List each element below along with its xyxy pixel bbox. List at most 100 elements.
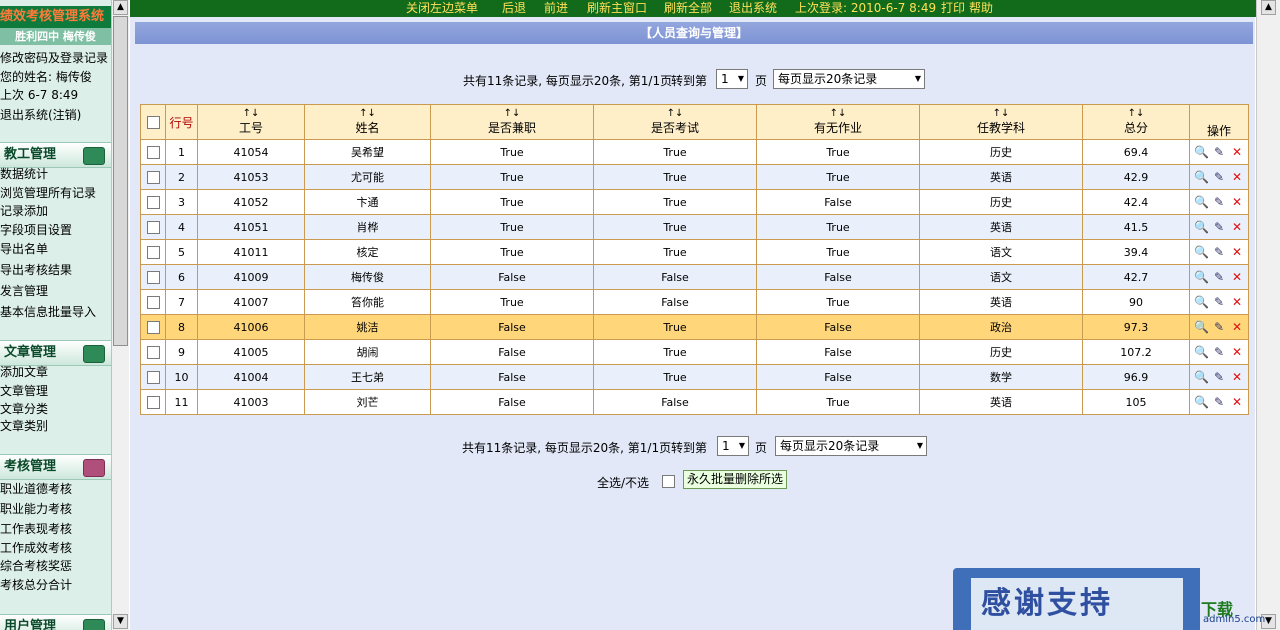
delete-icon[interactable]: ✕	[1230, 195, 1244, 209]
edit-icon[interactable]: ✎	[1212, 245, 1226, 259]
sidebar-item-browse-records[interactable]: 浏览管理所有记录	[0, 184, 111, 202]
promo-banner[interactable]: 感谢支持	[953, 568, 1200, 630]
sort-arrows-icon[interactable]: ↑↓	[757, 108, 919, 119]
edit-icon[interactable]: ✎	[1212, 345, 1226, 359]
edit-icon[interactable]: ✎	[1212, 320, 1226, 334]
print-link[interactable]: 打印	[941, 0, 965, 17]
delete-icon[interactable]: ✕	[1230, 345, 1244, 359]
view-icon[interactable]: 🔍	[1194, 370, 1209, 384]
edit-icon[interactable]: ✎	[1212, 195, 1226, 209]
row-checkbox[interactable]	[146, 320, 160, 334]
delete-icon[interactable]: ✕	[1230, 270, 1244, 284]
row-select-cell[interactable]	[140, 339, 166, 365]
row-checkbox[interactable]	[146, 345, 160, 359]
table-row[interactable]: 8 41006 姚洁 False True False 政治 97.3 🔍 ✎ ✕	[140, 314, 1249, 340]
row-select-cell[interactable]	[140, 389, 166, 415]
sidebar-item-batch-import[interactable]: 基本信息批量导入	[0, 303, 111, 321]
sort-arrows-icon[interactable]: ↑↓	[305, 108, 430, 119]
header-homework[interactable]: ↑↓ 有无作业	[756, 104, 920, 140]
view-icon[interactable]: 🔍	[1194, 345, 1209, 359]
sort-arrows-icon[interactable]: ↑↓	[920, 108, 1082, 119]
scroll-thumb[interactable]	[113, 16, 128, 346]
logout-top-link[interactable]: 退出系统	[729, 0, 777, 17]
row-select-cell[interactable]	[140, 214, 166, 240]
row-checkbox[interactable]	[146, 370, 160, 384]
edit-icon[interactable]: ✎	[1212, 145, 1226, 159]
table-row[interactable]: 2 41053 尤可能 True True True 英语 42.9 🔍 ✎ ✕	[140, 164, 1249, 190]
header-subject[interactable]: ↑↓ 任教学科	[919, 104, 1083, 140]
section-header-assessment[interactable]: 考核管理	[0, 454, 111, 480]
table-row[interactable]: 1 41054 吴希望 True True True 历史 69.4 🔍 ✎ ✕	[140, 139, 1249, 165]
table-row[interactable]: 10 41004 王七弟 False True False 数学 96.9 🔍 ✎ ✕	[140, 364, 1249, 390]
sidebar-item-total-score[interactable]: 考核总分合计	[0, 576, 111, 594]
view-icon[interactable]: 🔍	[1194, 320, 1209, 334]
back-link[interactable]: 后退	[502, 0, 526, 17]
table-row[interactable]: 9 41005 胡闹 False True False 历史 107.2 🔍 ✎ ✕	[140, 339, 1249, 365]
header-staff-id[interactable]: ↑↓ 工号	[197, 104, 305, 140]
delete-icon[interactable]: ✕	[1230, 395, 1244, 409]
sidebar-item-article-type[interactable]: 文章类别	[0, 417, 111, 435]
row-select-cell[interactable]	[140, 189, 166, 215]
row-select-cell[interactable]	[140, 164, 166, 190]
row-checkbox[interactable]	[146, 295, 160, 309]
header-exam[interactable]: ↑↓ 是否考试	[593, 104, 757, 140]
main-scrollbar[interactable]: ▲ ▼	[1256, 0, 1280, 630]
row-select-cell[interactable]	[140, 239, 166, 265]
sort-arrows-icon[interactable]: ↑↓	[431, 108, 593, 119]
table-row[interactable]: 11 41003 刘芒 False False True 英语 105 🔍 ✎ ✕	[140, 389, 1249, 415]
sidebar-item-stats[interactable]: 数据统计	[0, 165, 111, 183]
table-row[interactable]: 7 41007 笞你能 True False True 英语 90 🔍 ✎ ✕	[140, 289, 1249, 315]
scroll-up-arrow-icon[interactable]: ▲	[113, 0, 128, 15]
view-icon[interactable]: 🔍	[1194, 245, 1209, 259]
bulk-delete-button[interactable]: 永久批量删除所选	[683, 470, 788, 489]
sidebar-item-add-article[interactable]: 添加文章	[0, 363, 111, 381]
edit-icon[interactable]: ✎	[1212, 170, 1226, 184]
sort-arrows-icon[interactable]: ↑↓	[1083, 108, 1189, 119]
scroll-up-arrow-icon[interactable]: ▲	[1261, 0, 1276, 15]
section-header-users[interactable]: 用户管理	[0, 614, 111, 630]
per-page-select[interactable]: 每页显示20条记录 ▼	[775, 436, 927, 456]
checkbox[interactable]	[146, 116, 160, 129]
table-row[interactable]: 6 41009 梅传俊 False False False 语文 42.7 🔍 ✎ ✕	[140, 264, 1249, 290]
edit-icon[interactable]: ✎	[1212, 270, 1226, 284]
delete-icon[interactable]: ✕	[1230, 245, 1244, 259]
delete-icon[interactable]: ✕	[1230, 295, 1244, 309]
close-left-menu-link[interactable]: 关闭左边菜单	[406, 0, 478, 17]
edit-icon[interactable]: ✎	[1212, 220, 1226, 234]
row-checkbox[interactable]	[146, 195, 160, 209]
view-icon[interactable]: 🔍	[1194, 295, 1209, 309]
sort-arrows-icon[interactable]: ↑↓	[594, 108, 756, 119]
row-checkbox[interactable]	[146, 145, 160, 159]
sidebar-item-ability[interactable]: 职业能力考核	[0, 500, 111, 518]
row-select-cell[interactable]	[140, 364, 166, 390]
sidebar-item-performance[interactable]: 工作表现考核	[0, 520, 111, 538]
logout-link[interactable]: 退出系统(注销)	[0, 106, 111, 124]
change-password-link[interactable]: 修改密码及登录记录	[0, 49, 111, 67]
table-row[interactable]: 3 41052 卞通 True True False 历史 42.4 🔍 ✎ ✕	[140, 189, 1249, 215]
sidebar-scrollbar[interactable]: ▲ ▼	[111, 0, 129, 630]
sidebar-item-effectiveness[interactable]: 工作成效考核	[0, 539, 111, 557]
sidebar-item-add-record[interactable]: 记录添加	[0, 202, 111, 220]
delete-icon[interactable]: ✕	[1230, 170, 1244, 184]
sidebar-item-rewards[interactable]: 综合考核奖惩	[0, 557, 111, 575]
sidebar-item-article-category[interactable]: 文章分类	[0, 400, 111, 418]
table-row[interactable]: 4 41051 肖桦 True True True 英语 41.5 🔍 ✎ ✕	[140, 214, 1249, 240]
edit-icon[interactable]: ✎	[1212, 370, 1226, 384]
view-icon[interactable]: 🔍	[1194, 270, 1209, 284]
table-row[interactable]: 5 41011 核定 True True True 语文 39.4 🔍 ✎ ✕	[140, 239, 1249, 265]
view-icon[interactable]: 🔍	[1194, 220, 1209, 234]
header-name[interactable]: ↑↓ 姓名	[304, 104, 431, 140]
sort-arrows-icon[interactable]: ↑↓	[198, 108, 304, 119]
row-select-cell[interactable]	[140, 289, 166, 315]
sidebar-item-export-results[interactable]: 导出考核结果	[0, 261, 111, 279]
edit-icon[interactable]: ✎	[1212, 395, 1226, 409]
page-select[interactable]: 1 ▼	[717, 436, 749, 456]
refresh-main-link[interactable]: 刷新主窗口	[587, 0, 647, 17]
page-select[interactable]: 1 ▼	[716, 69, 748, 89]
view-icon[interactable]: 🔍	[1194, 170, 1209, 184]
row-select-cell[interactable]	[140, 264, 166, 290]
scroll-down-arrow-icon[interactable]: ▼	[113, 614, 128, 629]
row-checkbox[interactable]	[146, 170, 160, 184]
sidebar-item-ethics[interactable]: 职业道德考核	[0, 480, 111, 498]
select-all-header[interactable]	[140, 104, 166, 140]
